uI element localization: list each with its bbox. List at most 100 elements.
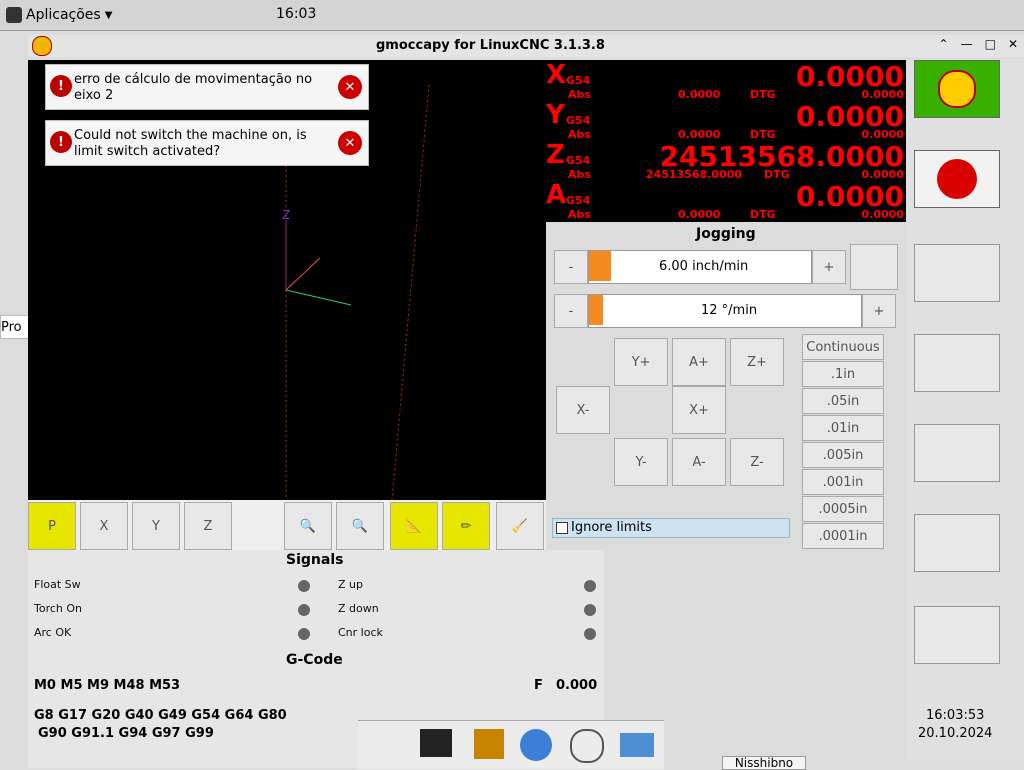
window-close-icon[interactable]: ✕ (1008, 37, 1018, 51)
alarm-text-1: erro de cálculo de movimentação no eixo … (74, 72, 313, 103)
ignore-limits-checkbox-box[interactable] (556, 522, 568, 534)
error-icon: ! (50, 75, 72, 97)
view-perspective-button[interactable]: P (28, 502, 76, 550)
jogging-panel: Jogging - 6.00 inch/min + - 12 °/min + Y… (546, 226, 904, 550)
increment-button-001in[interactable]: .001in (802, 469, 884, 495)
jog-zminus-button[interactable]: Z- (730, 438, 784, 486)
dock-filecabinet-icon[interactable] (474, 729, 504, 759)
clear-plot-button[interactable]: 🧹 (496, 502, 544, 550)
jog-aminus-label: A- (692, 454, 706, 470)
ignore-limits-checkbox[interactable]: Ignore limits (552, 518, 790, 538)
increment-label-001in: .001in (822, 474, 864, 490)
window-controls: ⌃ — □ ✕ (939, 37, 1018, 51)
signal-torch-on-led (298, 604, 310, 616)
dro-cs-y: G54 (566, 114, 591, 127)
window-titlebar: gmoccapy for LinuxCNC 3.1.3.8 ⌃ — □ ✕ (28, 35, 1024, 57)
power-button[interactable] (914, 150, 1000, 208)
jog-xplus-label: X+ (689, 402, 709, 418)
increment-button-005in[interactable]: .005in (802, 442, 884, 468)
dro-row-a: A G54 0.0000 Abs 0.0000 DTG 0.0000 (546, 180, 906, 221)
slider-handle-angular[interactable] (589, 295, 603, 325)
mdi-mode-button[interactable] (914, 334, 1000, 392)
jog-yminus-button[interactable]: Y- (614, 438, 668, 486)
left-stub-label: Pro (1, 320, 22, 335)
signal-torch-on: Torch On (34, 602, 83, 615)
bird-icon (6, 7, 22, 23)
angular-speed-minus-button[interactable]: - (554, 294, 588, 328)
dock-terminal-icon[interactable] (420, 729, 452, 757)
dock-folder-icon[interactable] (620, 733, 654, 757)
signal-z-up: Z up (338, 578, 363, 591)
jog-aplus-button[interactable]: A+ (672, 338, 726, 386)
zoom-in-button[interactable]: 🔍 (284, 502, 332, 550)
alarm-text-2: Could not switch the machine on, is limi… (74, 128, 307, 159)
jog-xminus-button[interactable]: X- (556, 386, 610, 434)
dro-dtg-value-a: 0.0000 (861, 208, 904, 221)
signal-arc-ok-led (298, 628, 310, 640)
dro-panel: X G54 0.0000 Abs 0.0000 DTG 0.0000 Y G54… (546, 60, 906, 222)
dro-axis-y: Y (546, 100, 565, 130)
app-menu-button[interactable]: Aplicações ▼ (6, 5, 112, 25)
turtle-rabbit-button[interactable] (850, 244, 898, 290)
dro-abs-value-a: 0.0000 (678, 208, 721, 221)
toolpath-toggle-button[interactable]: ✏ (442, 502, 490, 550)
linear-speed-value: 6.00 inch/min (659, 259, 749, 274)
feed-label: F (534, 678, 543, 693)
error-icon: ! (50, 131, 72, 153)
active-mcodes: M0 M5 M9 M48 M53 (34, 678, 181, 693)
user-tabs-button[interactable] (914, 606, 1000, 664)
dro-axis-a: A (546, 180, 567, 210)
increment-button-0001in[interactable]: .0001in (802, 523, 884, 549)
alarm-close-button-1[interactable]: ✕ (338, 75, 362, 99)
emergency-stop-icon (938, 70, 976, 108)
alarm-close-button-2[interactable]: ✕ (338, 131, 362, 155)
jog-aminus-button[interactable]: A- (672, 438, 726, 486)
increment-label-continuous: Continuous (806, 339, 880, 355)
window-minimize-icon[interactable]: — (961, 37, 973, 51)
power-icon (937, 159, 977, 199)
signal-float-sw: Float Sw (34, 578, 81, 591)
signal-z-up-led (584, 580, 596, 592)
window-up-icon[interactable]: ⌃ (939, 37, 949, 51)
dro-cs-a: G54 (566, 194, 591, 207)
active-gcodes-line-1: G8 G17 G20 G40 G49 G54 G64 G80 (34, 708, 287, 723)
zoom-in-icon: 🔍 (299, 518, 317, 534)
dimensions-toggle-button[interactable]: 📐 (390, 502, 438, 550)
dock-search-icon[interactable] (570, 729, 604, 763)
statusbar-date: 20.10.2024 (918, 726, 993, 741)
increment-button-1in[interactable]: .1in (802, 361, 884, 387)
dock-globe-icon[interactable] (520, 729, 552, 761)
manual-mode-button[interactable] (914, 244, 1000, 302)
linear-speed-slider[interactable]: 6.00 inch/min (588, 250, 812, 284)
bottom-dock (358, 720, 664, 769)
view-y-button[interactable]: Y (132, 502, 180, 550)
angular-speed-slider[interactable]: 12 °/min (588, 294, 862, 328)
settings-mode-button[interactable] (914, 514, 1000, 572)
angular-speed-value: 12 °/min (701, 303, 758, 318)
dro-dtg-label-a: DTG (750, 208, 776, 221)
view-x-button[interactable]: X (80, 502, 128, 550)
zoom-out-button[interactable]: 🔍 (336, 502, 384, 550)
broom-icon: 🧹 (511, 518, 529, 534)
pencil-icon: ✏ (460, 518, 472, 534)
window-maximize-icon[interactable]: □ (985, 37, 996, 51)
increment-button-05in[interactable]: .05in (802, 388, 884, 414)
slider-handle-linear[interactable] (589, 251, 611, 281)
increment-button-0005in[interactable]: .0005in (802, 496, 884, 522)
chevron-down-icon: ▼ (104, 9, 113, 21)
linear-speed-minus-button[interactable]: - (554, 250, 588, 284)
signals-panel: Signals Float Sw Torch On Arc OK Z up Z … (28, 550, 604, 650)
increment-button-continuous[interactable]: Continuous (802, 334, 884, 360)
dro-row-z: Z G54 24513568.0000 Abs 24513568.0000 DT… (546, 140, 906, 181)
increment-label-01in: .01in (826, 420, 860, 436)
emergency-stop-button[interactable] (914, 60, 1000, 118)
jog-yplus-button[interactable]: Y+ (614, 338, 668, 386)
linear-speed-plus-button[interactable]: + (812, 250, 846, 284)
jog-xplus-button[interactable]: X+ (672, 386, 726, 434)
left-window-stub: Pro (0, 315, 30, 339)
increment-button-01in[interactable]: .01in (802, 415, 884, 441)
view-z-button[interactable]: Z (184, 502, 232, 550)
angular-speed-plus-button[interactable]: + (862, 294, 896, 328)
jog-zplus-button[interactable]: Z+ (730, 338, 784, 386)
auto-mode-button[interactable] (914, 424, 1000, 482)
